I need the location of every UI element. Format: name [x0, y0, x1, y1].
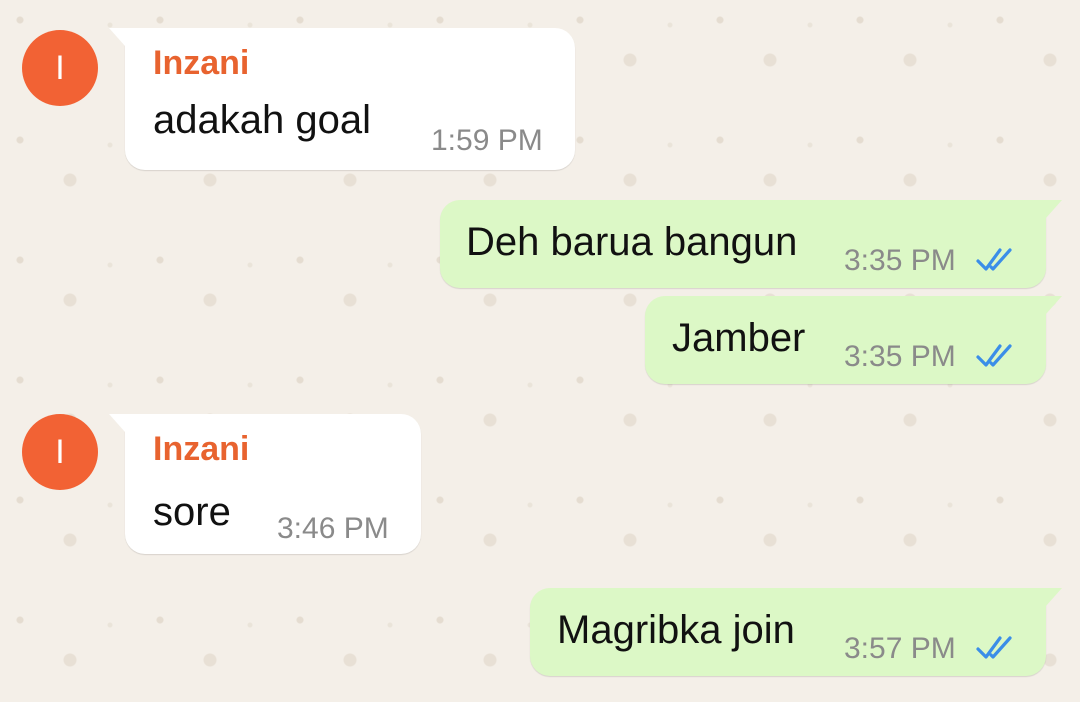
chat-area[interactable]: I Inzani adakah goal 1:59 PM Deh barua b…: [0, 0, 1080, 702]
avatar[interactable]: I: [22, 30, 98, 106]
incoming-message[interactable]: Inzani adakah goal 1:59 PM: [109, 28, 575, 170]
message-time: 3:46 PM: [277, 512, 389, 545]
message-time: 3:35 PM: [844, 340, 956, 373]
incoming-message[interactable]: Inzani sore 3:46 PM: [109, 414, 421, 554]
message-text: Deh barua bangun: [466, 220, 798, 264]
message-text: Jamber: [672, 316, 806, 360]
message-text: sore: [153, 490, 231, 534]
avatar-letter: I: [55, 432, 65, 471]
message-text: Magribka join: [557, 608, 795, 652]
message-time: 3:57 PM: [844, 632, 956, 665]
avatar-letter: I: [55, 48, 65, 87]
outgoing-message[interactable]: Jamber 3:35 PM: [645, 296, 1062, 384]
double-check-icon: [976, 636, 1012, 659]
sender-name[interactable]: Inzani: [153, 430, 249, 469]
double-check-icon: [976, 248, 1012, 271]
double-check-icon: [976, 344, 1012, 367]
avatar[interactable]: I: [22, 414, 98, 490]
outgoing-message[interactable]: Magribka join 3:57 PM: [530, 588, 1062, 676]
message-time: 3:35 PM: [844, 244, 956, 277]
message-text: adakah goal: [153, 98, 371, 142]
outgoing-message[interactable]: Deh barua bangun 3:35 PM: [440, 200, 1062, 288]
message-time: 1:59 PM: [431, 124, 543, 157]
sender-name[interactable]: Inzani: [153, 44, 249, 83]
